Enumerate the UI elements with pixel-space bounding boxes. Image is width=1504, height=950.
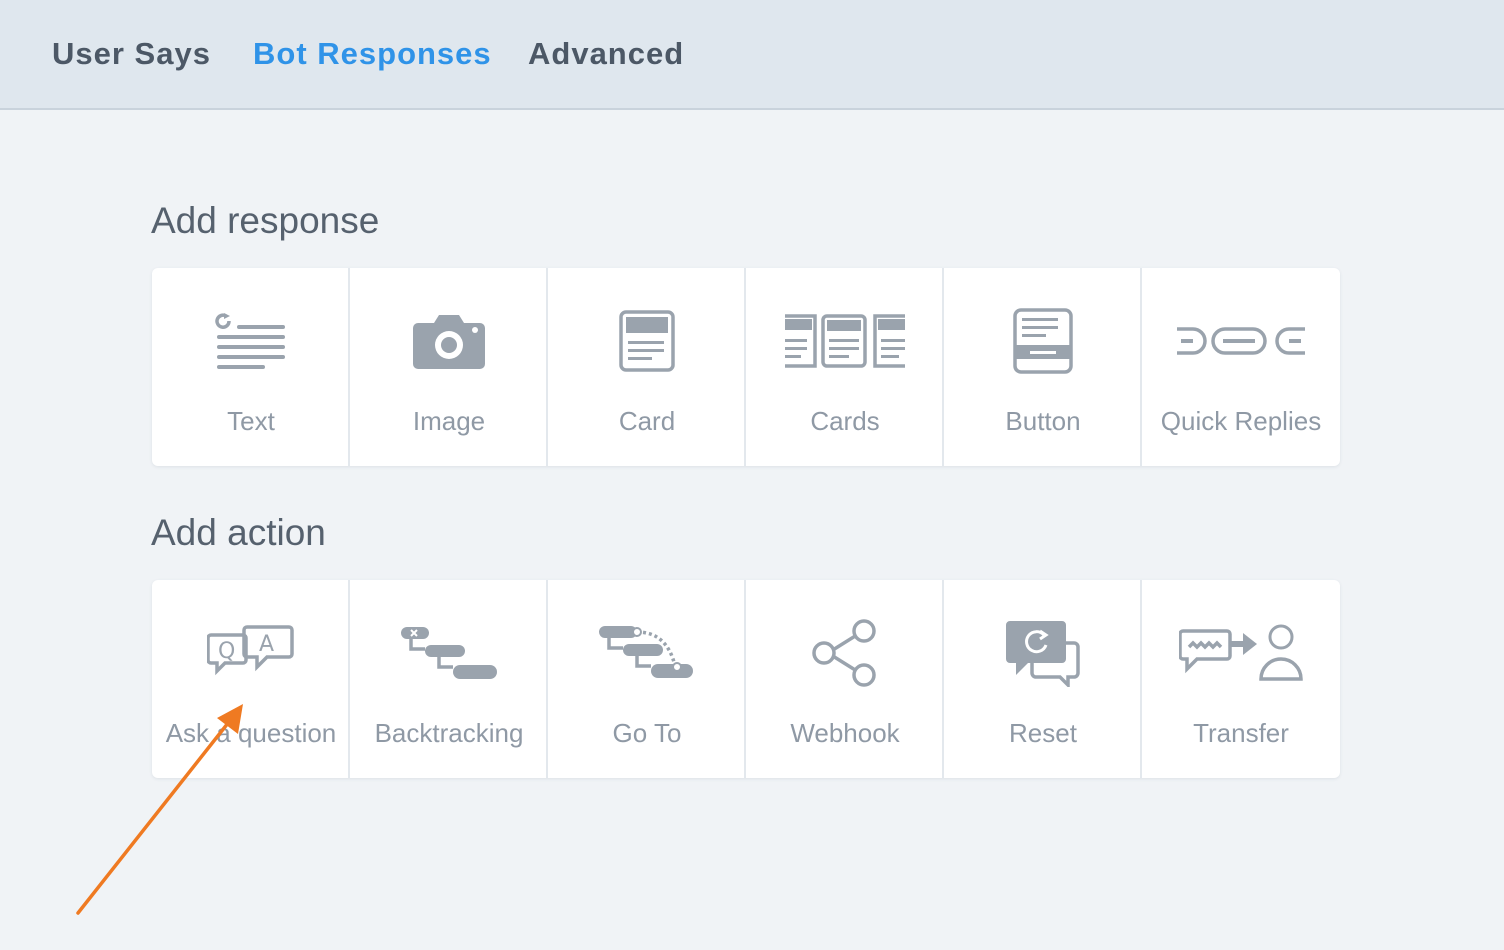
action-backtracking-label: Backtracking — [374, 718, 524, 748]
button-icon — [944, 298, 1142, 384]
svg-text:Q: Q — [218, 639, 235, 664]
tab-bot-responses[interactable]: Bot Responses — [253, 36, 492, 72]
response-card-label: Card — [618, 406, 676, 436]
response-cards-button[interactable]: Cards — [746, 268, 944, 466]
response-image-button[interactable]: Image — [350, 268, 548, 466]
action-transfer-label: Transfer — [1193, 718, 1289, 748]
action-backtracking-button[interactable]: Backtracking — [350, 580, 548, 778]
action-webhook-label: Webhook — [790, 718, 900, 748]
response-text-button[interactable]: Text — [152, 268, 350, 466]
camera-icon — [350, 298, 548, 384]
action-goto-button[interactable]: Go To — [548, 580, 746, 778]
goto-icon — [548, 610, 746, 696]
response-cards-label: Cards — [810, 406, 880, 436]
quick-replies-icon — [1142, 298, 1340, 384]
action-goto-label: Go To — [612, 718, 682, 748]
reset-icon — [944, 610, 1142, 696]
action-ask-question-button[interactable]: Q A Ask a question — [152, 580, 350, 778]
share-icon — [746, 610, 944, 696]
add-response-heading: Add response — [151, 200, 380, 241]
qa-icon: Q A — [152, 610, 350, 696]
response-grid: Text Image Card Cards Button Quick Repli… — [152, 268, 1340, 466]
response-image-label: Image — [412, 406, 486, 436]
response-button-button[interactable]: Button — [944, 268, 1142, 466]
backtracking-icon — [350, 610, 548, 696]
action-webhook-button[interactable]: Webhook — [746, 580, 944, 778]
card-icon — [548, 298, 746, 384]
action-ask-question-label: Ask a question — [165, 718, 337, 748]
response-quick-replies-button[interactable]: Quick Replies — [1142, 268, 1340, 466]
response-text-label: Text — [227, 406, 275, 436]
transfer-icon — [1142, 610, 1340, 696]
action-grid: Q A Ask a question Backtracking Go To We… — [152, 580, 1340, 778]
tab-advanced[interactable]: Advanced — [528, 36, 684, 72]
annotation-arrow — [76, 704, 243, 915]
cards-icon — [746, 298, 944, 384]
action-reset-button[interactable]: Reset — [944, 580, 1142, 778]
add-action-heading: Add action — [151, 512, 326, 553]
tab-user-says[interactable]: User Says — [52, 36, 211, 72]
action-reset-label: Reset — [1009, 718, 1077, 748]
text-icon — [152, 298, 350, 384]
action-transfer-button[interactable]: Transfer — [1142, 580, 1340, 778]
response-card-button[interactable]: Card — [548, 268, 746, 466]
response-button-label: Button — [1005, 406, 1081, 436]
svg-text:A: A — [259, 632, 274, 657]
tab-bar: User Says Bot Responses Advanced — [0, 0, 1504, 110]
response-quick-replies-label: Quick Replies — [1160, 406, 1322, 436]
